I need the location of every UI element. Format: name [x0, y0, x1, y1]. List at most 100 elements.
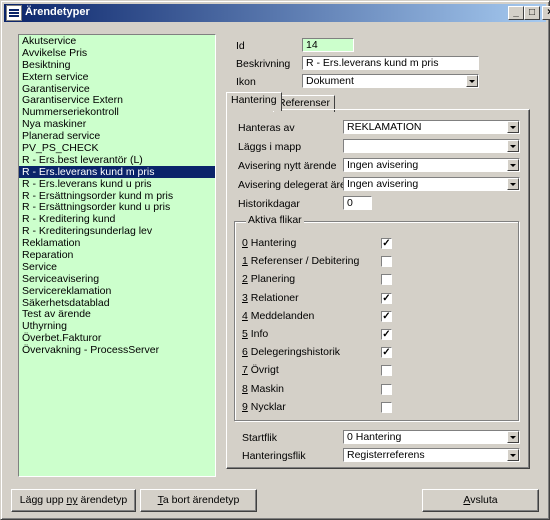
list-item[interactable]: Avvikelse Pris	[19, 47, 215, 59]
active-tab-text: Meddelanden	[247, 309, 315, 322]
active-tab-checkbox[interactable]	[381, 401, 392, 413]
active-tab-text: Hantering	[247, 237, 297, 249]
active-tab-label: 9 Nycklar	[242, 401, 286, 413]
list-item[interactable]: R - Ers.leverans kund m pris	[19, 165, 215, 178]
active-tab-text: Relationer	[247, 291, 299, 304]
add-case-type-pre: Lägg upp	[19, 494, 67, 506]
list-item[interactable]: Serviceavisering	[19, 273, 215, 285]
active-tab-label: 6 Delegeringshistorik	[242, 346, 340, 358]
chevron-down-icon[interactable]	[507, 449, 519, 461]
add-case-type-button[interactable]: Lägg upp ny ärendetyp	[11, 489, 136, 512]
handling-tab-select[interactable]: Registerreferens	[343, 448, 520, 462]
title-bar[interactable]: Ärendetyper _ □ ×	[4, 4, 550, 22]
list-item[interactable]: Garantiservice Extern	[19, 94, 215, 107]
list-item[interactable]: Akutservice	[19, 35, 215, 47]
active-tab-label: 8 Maskin	[242, 383, 284, 395]
active-tab-checkbox[interactable]	[381, 365, 392, 377]
list-item[interactable]: Säkerhetsdatablad	[19, 297, 215, 309]
active-tab-checkbox[interactable]: ✓	[381, 238, 392, 249]
case-type-list[interactable]: Akutservice Avvikelse Pris Besiktning Exter…	[18, 34, 216, 477]
list-item[interactable]: R - Ers.best leverantör (L)	[19, 154, 215, 166]
exit-post: vsluta	[470, 494, 498, 506]
active-tab-checkbox[interactable]: ✓	[381, 347, 392, 359]
active-tab-checkbox[interactable]: ✓	[381, 310, 392, 322]
notify-new-value: Ingen avisering	[347, 159, 419, 171]
id-field: 14	[302, 38, 354, 52]
chevron-down-icon[interactable]	[507, 121, 519, 133]
list-item[interactable]: Servicereklamation	[19, 285, 215, 297]
active-tab-checkbox[interactable]	[381, 274, 392, 286]
active-tab-label: 4 Meddelanden	[242, 310, 314, 322]
list-item[interactable]: Uthyrning	[19, 320, 215, 332]
list-item[interactable]: Service	[19, 261, 215, 273]
list-item[interactable]: Överbet.Fakturor	[19, 332, 215, 344]
active-tab-text: Övrigt	[247, 364, 279, 377]
remove-case-type-post: a bort ärendetyp	[162, 494, 240, 506]
list-item[interactable]: Reklamation	[19, 237, 215, 249]
list-item[interactable]: R - Ersättningsorder kund u pris	[19, 201, 215, 214]
list-item[interactable]: Nya maskiner	[19, 118, 215, 130]
list-item[interactable]: Garantiservice	[19, 83, 215, 95]
list-item[interactable]: Planerad service	[19, 130, 215, 142]
history-days-label: Historikdagar	[238, 198, 300, 210]
start-tab-label: Startflik	[242, 432, 278, 444]
icon-select[interactable]: Dokument	[302, 74, 479, 88]
remove-case-type-button[interactable]: Ta bort ärendetyp	[140, 489, 257, 512]
minimize-button[interactable]: _	[508, 6, 524, 20]
active-tabs-title: Aktiva flikar	[246, 214, 304, 226]
icon-label: Ikon	[236, 76, 256, 88]
start-tab-select[interactable]: 0 Hantering	[343, 430, 520, 444]
active-tab-label: 1 Referenser / Debitering	[242, 255, 359, 267]
notify-delegated-select[interactable]: Ingen avisering	[343, 177, 520, 191]
tab-hantering[interactable]: Hantering	[226, 92, 282, 111]
handled-by-select[interactable]: REKLAMATION	[343, 120, 520, 134]
notify-new-select[interactable]: Ingen avisering	[343, 158, 520, 172]
list-item[interactable]: Övervakning - ProcessServer	[19, 344, 215, 356]
chevron-down-icon[interactable]	[507, 140, 519, 152]
notify-delegated-value: Ingen avisering	[347, 178, 419, 190]
icon-select-value: Dokument	[306, 75, 354, 87]
list-item[interactable]: Reparation	[19, 249, 215, 261]
active-tab-text: Planering	[247, 273, 296, 286]
list-item[interactable]: R - Krediteringsunderlag lev	[19, 225, 215, 237]
chevron-down-icon[interactable]	[466, 75, 478, 87]
active-tab-label: 0 Hantering	[242, 237, 296, 249]
maximize-button[interactable]: □	[524, 6, 540, 20]
active-tab-checkbox[interactable]: ✓	[381, 329, 392, 340]
active-tab-checkbox[interactable]: ✓	[381, 292, 392, 304]
exit-button[interactable]: Avsluta	[422, 489, 539, 512]
list-item[interactable]: R - Ersättningsorder kund m pris	[19, 190, 215, 202]
list-item[interactable]: Extern service	[19, 71, 215, 83]
list-item[interactable]: Test av ärende	[19, 308, 215, 321]
active-tab-checkbox[interactable]	[381, 383, 392, 395]
list-item[interactable]: Besiktning	[19, 59, 215, 71]
history-days-input[interactable]: 0	[343, 196, 372, 210]
list-item[interactable]: R - Kreditering kund	[19, 213, 215, 225]
active-tab-label: 2 Planering	[242, 273, 295, 285]
chevron-down-icon[interactable]	[507, 431, 519, 443]
list-item[interactable]: Nummerseriekontroll	[19, 106, 215, 118]
active-tab-text: Maskin	[247, 382, 285, 395]
app-icon	[6, 5, 22, 21]
list-item[interactable]: R - Ers.leverans kund u pris	[19, 178, 215, 190]
add-case-type-post: ärendetyp	[77, 494, 128, 506]
description-input[interactable]: R - Ers.leverans kund m pris	[302, 56, 479, 70]
close-button[interactable]: ×	[542, 6, 550, 20]
folder-select[interactable]	[343, 139, 520, 153]
chevron-down-icon[interactable]	[507, 159, 519, 171]
list-item[interactable]: PV_PS_CHECK	[19, 142, 215, 154]
notify-new-label: Avisering nytt ärende	[238, 160, 337, 172]
handling-tab-value: Registerreferens	[347, 449, 425, 461]
active-tab-text: Delegeringshistorik	[247, 346, 341, 359]
active-tab-text: Referenser / Debitering	[247, 255, 360, 268]
handled-by-label: Hanteras av	[238, 122, 295, 134]
start-tab-value: 0 Hantering	[347, 431, 402, 443]
active-tab-checkbox[interactable]	[381, 256, 392, 268]
description-label: Beskrivning	[236, 58, 291, 70]
window: Ärendetyper _ □ × AkutserviceAvvikelse P…	[0, 0, 550, 520]
add-case-type-accel: ny	[66, 494, 78, 506]
active-tab-label: 3 Relationer	[242, 292, 299, 304]
chevron-down-icon[interactable]	[507, 178, 519, 190]
active-tab-label: 5 Info	[242, 328, 268, 340]
handled-by-value: REKLAMATION	[347, 121, 422, 133]
